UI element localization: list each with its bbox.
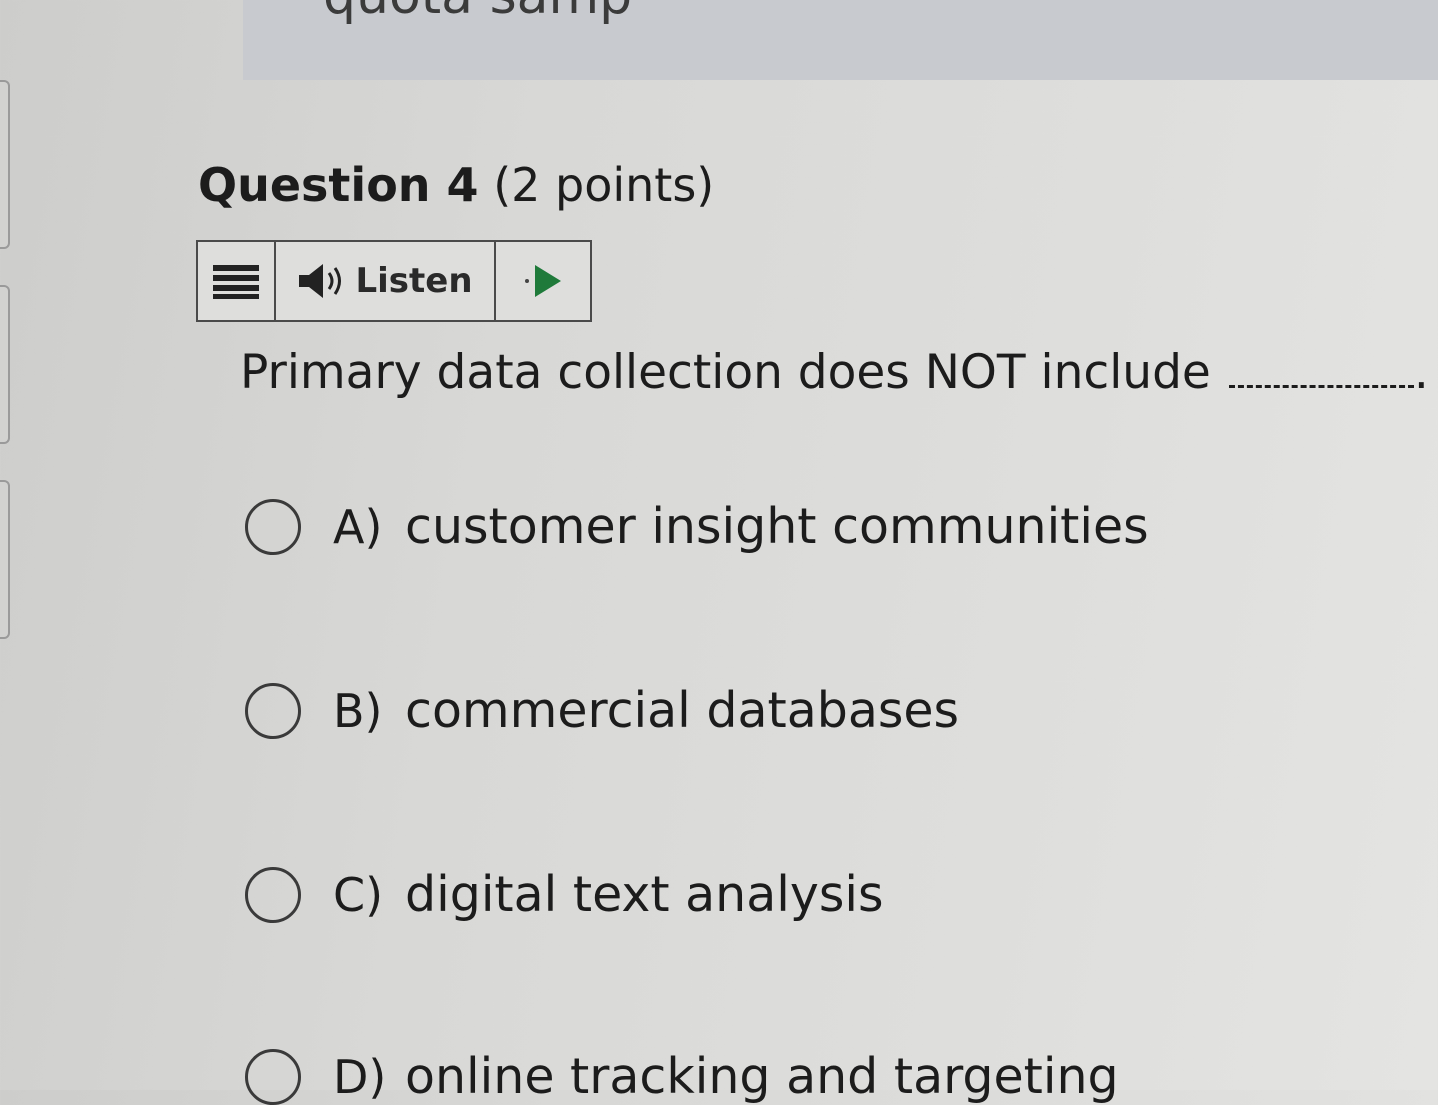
option-text: commercial databases [405,682,960,739]
question-prompt-text: Primary data collection does NOT include [240,345,1211,400]
question-prompt: Primary data collection does NOT include… [240,345,1429,400]
play-icon [525,265,561,297]
option-b[interactable]: B) commercial databases [245,682,959,739]
listen-label: Listen [355,261,473,301]
listen-toolbar: Listen [196,240,592,322]
option-text: online tracking and targeting [405,1048,1119,1105]
option-text: digital text analysis [405,866,884,923]
radio-button[interactable] [245,866,301,923]
radio-button[interactable] [245,498,301,555]
answer-blank [1228,355,1414,388]
play-button[interactable] [496,242,590,320]
option-letter: C) [333,867,384,922]
option-d[interactable]: D) online tracking and targeting [245,1048,1119,1105]
option-letter: D) [333,1049,387,1104]
option-text: customer insight communities [405,498,1149,555]
question-title: Question 4 (2 points) [198,158,714,212]
listen-button[interactable]: Listen [276,242,496,320]
option-a[interactable]: A) customer insight communities [245,498,1149,555]
radio-button[interactable] [245,682,301,739]
question-points: (2 points) [493,158,715,212]
previous-question-text: quota samp [323,0,632,26]
menu-button[interactable] [198,242,276,320]
question-prompt-end: . [1413,345,1429,400]
option-letter: A) [333,499,383,554]
option-c[interactable]: C) digital text analysis [245,866,884,923]
previous-question-panel: quota samp [243,0,1438,80]
speaker-icon [299,264,342,298]
hamburger-icon [213,265,259,299]
option-letter: B) [333,683,383,738]
radio-button[interactable] [245,1048,301,1105]
left-edge-tab [0,80,10,249]
left-edge-tab [0,285,10,444]
question-number: Question 4 [198,158,479,212]
left-edge-tab [0,480,10,639]
